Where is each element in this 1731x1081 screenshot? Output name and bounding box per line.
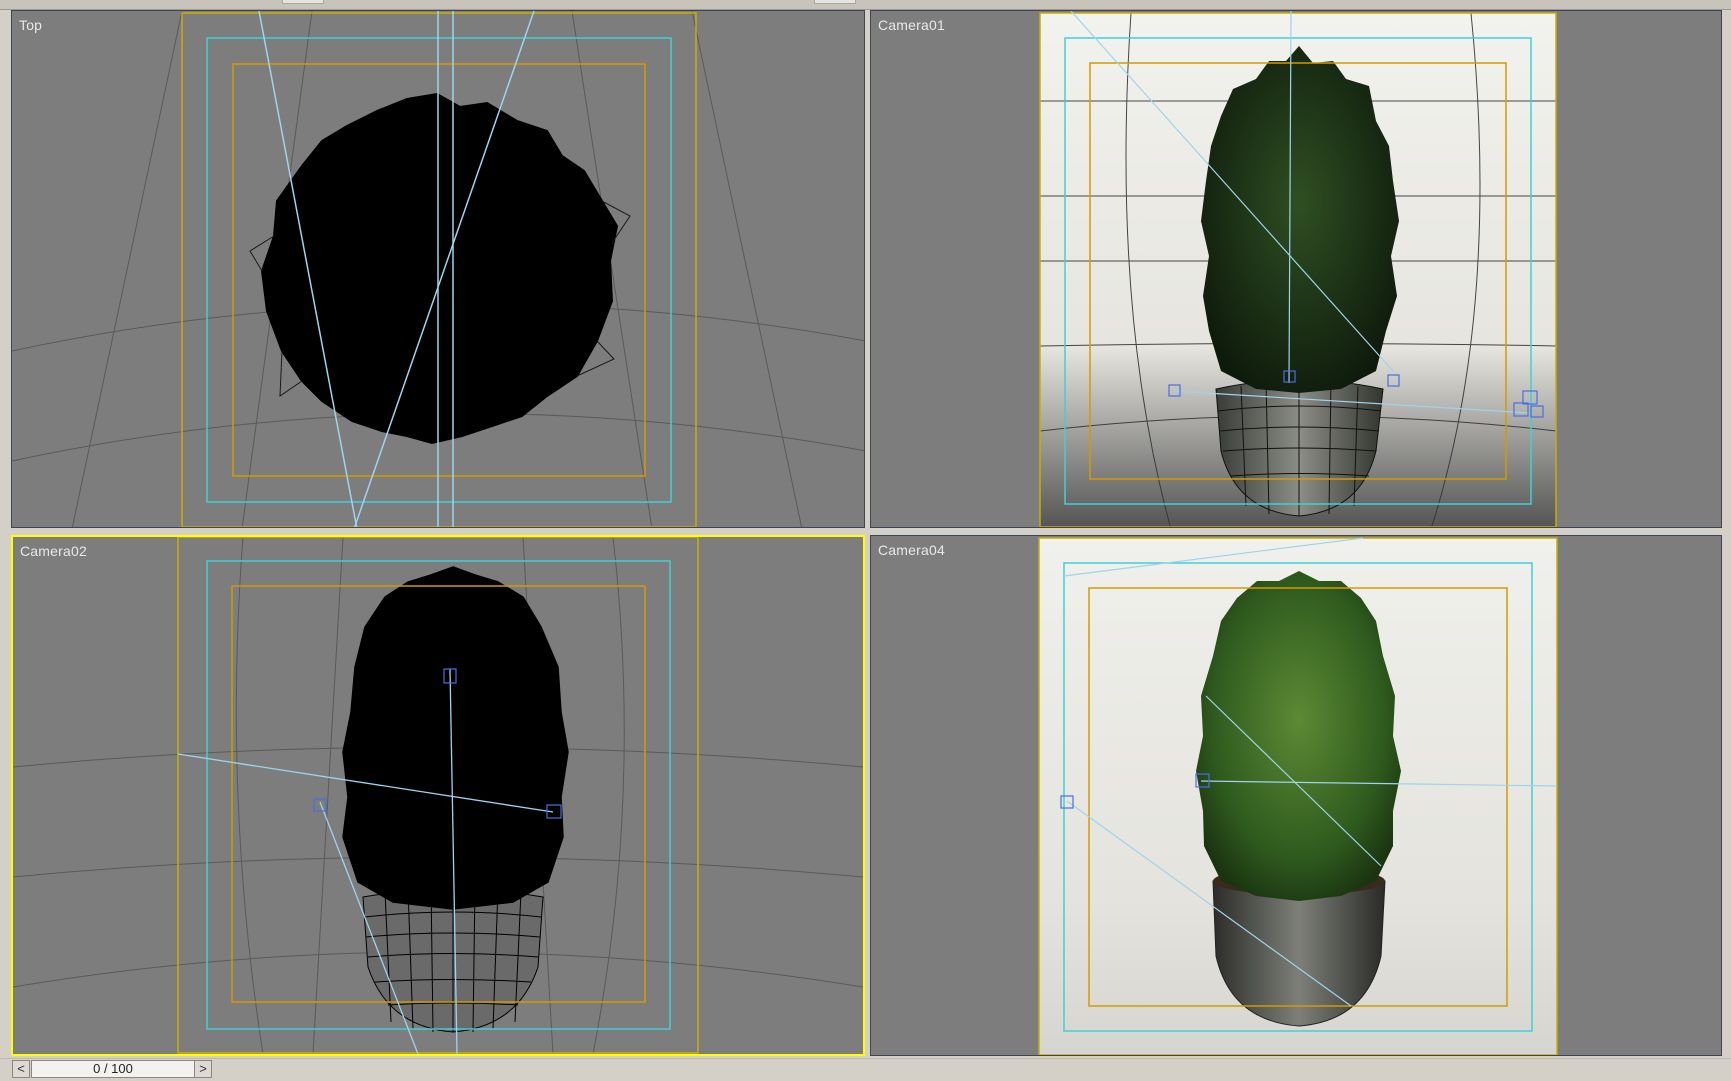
chevron-left-icon: < <box>17 1061 25 1076</box>
prev-frame-button[interactable]: < <box>12 1060 30 1078</box>
viewport-label[interactable]: Camera04 <box>878 542 945 558</box>
chevron-right-icon: > <box>199 1061 207 1076</box>
viewport-top[interactable]: Top <box>11 10 865 528</box>
plant-wireframe-top[interactable] <box>260 92 619 445</box>
viewport-camera04[interactable]: Camera04 <box>870 535 1722 1056</box>
camera04-canvas <box>1038 537 1558 1055</box>
camera02-canvas <box>13 537 863 1054</box>
plant-foliage[interactable] <box>1201 46 1399 393</box>
viewport-camera02[interactable]: Camera02 <box>11 535 865 1056</box>
plant-foliage[interactable] <box>1196 571 1401 901</box>
viewport-camera01[interactable]: Camera01 <box>870 10 1722 528</box>
viewport-label[interactable]: Top <box>19 17 42 33</box>
viewport-label[interactable]: Camera02 <box>20 543 87 559</box>
time-slider[interactable]: 0 / 100 <box>31 1060 195 1078</box>
toolbar-handle[interactable] <box>282 0 324 4</box>
camera-target-icon[interactable] <box>313 798 327 812</box>
top-view-canvas <box>12 11 864 527</box>
camera01-canvas <box>1039 11 1557 527</box>
left-edge <box>0 10 10 1060</box>
time-slider-bar: < 0 / 100 > <box>0 1058 1731 1081</box>
frame-counter: 0 / 100 <box>93 1061 133 1076</box>
next-frame-button[interactable]: > <box>194 1060 212 1078</box>
plant-wireframe[interactable] <box>342 566 569 910</box>
viewport-label[interactable]: Camera01 <box>878 17 945 33</box>
toolbar-handle[interactable] <box>814 0 856 4</box>
top-toolbar-strip <box>0 0 1731 10</box>
